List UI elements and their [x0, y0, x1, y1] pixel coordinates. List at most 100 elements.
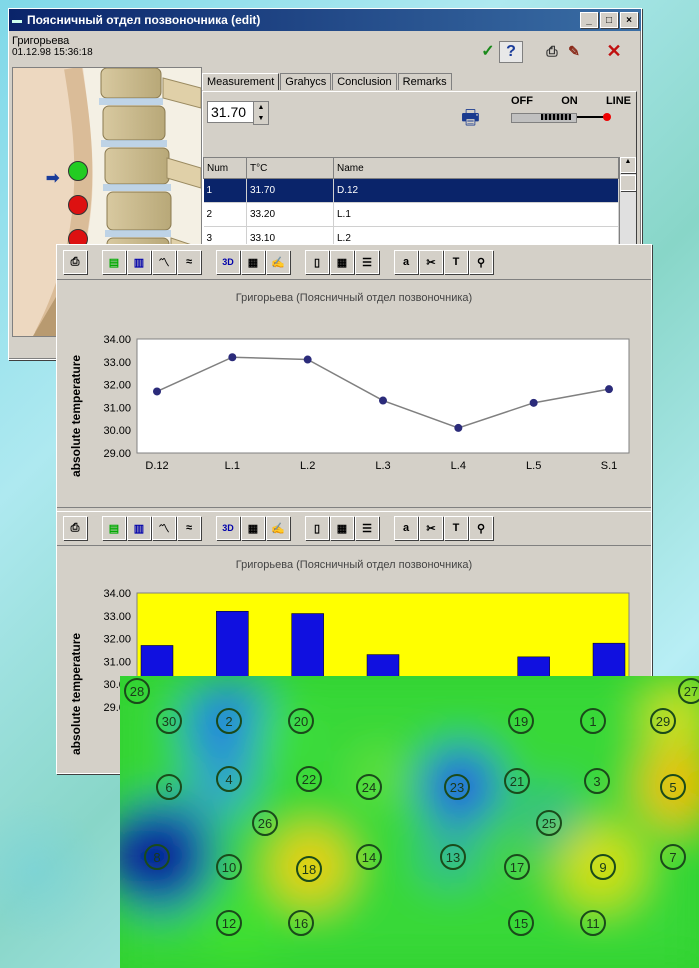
palette-icon[interactable]: ▦	[241, 516, 265, 540]
area-chart-icon[interactable]: ≈	[177, 250, 201, 274]
x-tick-label: L.4	[451, 460, 466, 472]
page-icon[interactable]: ▯	[305, 250, 329, 274]
sensor-point[interactable]: 12	[216, 910, 242, 936]
sensor-point[interactable]: 7	[660, 844, 686, 870]
sensor-point[interactable]: 27	[678, 678, 699, 704]
sensor-point[interactable]: 19	[508, 708, 534, 734]
text-icon[interactable]: a	[394, 250, 418, 274]
temperature-stepper[interactable]: ▲ ▼	[253, 101, 269, 125]
print-icon[interactable]: ⎙	[63, 516, 87, 540]
sensor-point[interactable]: 16	[288, 910, 314, 936]
brush-icon[interactable]: ✍	[266, 516, 290, 540]
tools-icon[interactable]: ✂	[419, 516, 443, 540]
font-icon[interactable]: T	[444, 516, 468, 540]
palette-icon[interactable]: ▦	[241, 250, 265, 274]
scroll-thumb[interactable]	[620, 175, 636, 191]
help-icon[interactable]: ?	[499, 41, 523, 63]
sensor-point[interactable]: 22	[296, 766, 322, 792]
tab-strip: Measurement Grahycs Conclusion Remarks	[202, 73, 453, 90]
data-point	[228, 353, 237, 362]
text-icon[interactable]: a	[394, 516, 418, 540]
sensor-point[interactable]: 11	[580, 910, 606, 936]
bar-chart-icon[interactable]: ▥	[127, 250, 151, 274]
list-icon[interactable]: ☰	[355, 516, 379, 540]
temperature-input[interactable]: 31.70	[207, 101, 259, 123]
window-menu-icon[interactable]: ▬	[12, 15, 22, 26]
cancel-icon[interactable]: ✕	[603, 41, 625, 61]
sensor-point[interactable]: 5	[660, 774, 686, 800]
sensor-point[interactable]: 29	[650, 708, 676, 734]
sensor-point[interactable]: 3	[584, 768, 610, 794]
device-icon[interactable]: 🖶	[461, 103, 489, 133]
maximize-button[interactable]: □	[600, 12, 618, 28]
sensor-point[interactable]: 26	[252, 810, 278, 836]
3d-icon[interactable]: 3D	[216, 250, 240, 274]
printer-icon[interactable]: ⎙	[541, 41, 563, 61]
area-chart-icon[interactable]: ≈	[177, 516, 201, 540]
y-tick-label: 31.00	[103, 402, 131, 414]
zoom-icon[interactable]: ⚲	[469, 250, 493, 274]
col-name[interactable]: Name	[333, 157, 619, 179]
sensor-point[interactable]: 17	[504, 854, 530, 880]
line-chart-icon[interactable]: 〽	[152, 250, 176, 274]
tab-conclusion[interactable]: Conclusion	[332, 73, 397, 90]
sensor-point[interactable]: 10	[216, 854, 242, 880]
spine-marker-dot[interactable]	[68, 195, 88, 215]
sensor-point[interactable]: 9	[590, 854, 616, 880]
brush-icon[interactable]: ✍	[266, 250, 290, 274]
close-button[interactable]: ×	[620, 12, 638, 28]
table-row[interactable]: 2 33.20 L.1	[203, 202, 619, 227]
tab-measurement[interactable]: Measurement	[202, 73, 280, 90]
checkmark-icon[interactable]: ✓	[477, 41, 499, 61]
stepper-down-icon[interactable]: ▼	[258, 115, 265, 122]
font-icon[interactable]: T	[444, 250, 468, 274]
print-icon[interactable]: ⎙	[63, 250, 87, 274]
sensor-point[interactable]: 14	[356, 844, 382, 870]
scroll-up-icon[interactable]: ▲	[620, 157, 636, 173]
legend-icon[interactable]: ▤	[102, 516, 126, 540]
stepper-up-icon[interactable]: ▲	[258, 104, 265, 111]
sensor-point[interactable]: 8	[144, 844, 170, 870]
sensor-point[interactable]: 6	[156, 774, 182, 800]
legend-icon[interactable]: ▤	[102, 250, 126, 274]
sensor-point[interactable]: 2	[216, 708, 242, 734]
spine-marker-dot[interactable]	[68, 161, 88, 181]
data-point	[529, 398, 538, 407]
sensor-point[interactable]: 15	[508, 910, 534, 936]
col-temp[interactable]: T°C	[246, 157, 334, 179]
export-icon[interactable]: ✎	[563, 41, 585, 61]
list-icon[interactable]: ☰	[355, 250, 379, 274]
sensor-point[interactable]: 23	[444, 774, 470, 800]
cell-num: 2	[203, 202, 247, 227]
sensor-point[interactable]: 20	[288, 708, 314, 734]
mode-slider[interactable]	[511, 113, 631, 123]
sensor-point[interactable]: 30	[156, 708, 182, 734]
sensor-point[interactable]: 24	[356, 774, 382, 800]
slider-knob[interactable]	[541, 114, 571, 120]
zoom-icon[interactable]: ⚲	[469, 516, 493, 540]
minimize-button[interactable]: _	[580, 12, 598, 28]
sensor-point[interactable]: 25	[536, 810, 562, 836]
sensor-point[interactable]: 21	[504, 768, 530, 794]
sensor-point[interactable]: 4	[216, 766, 242, 792]
col-num[interactable]: Num	[203, 157, 247, 179]
table-scrollbar[interactable]: ▲	[619, 157, 636, 257]
line-indicator-dot	[603, 113, 611, 121]
patient-header: Григорьева 01.12.98 15:36:18	[12, 35, 93, 59]
bar-chart-icon[interactable]: ▥	[127, 516, 151, 540]
3d-icon[interactable]: 3D	[216, 516, 240, 540]
line-chart-icon[interactable]: 〽	[152, 516, 176, 540]
grid-icon[interactable]: ▦	[330, 516, 354, 540]
page-icon[interactable]: ▯	[305, 516, 329, 540]
sensor-point[interactable]: 28	[124, 678, 150, 704]
measurement-table: Num T°C Name 1 31.70 D.12 2 33.20 L.1 3 …	[203, 157, 619, 251]
sensor-point[interactable]: 13	[440, 844, 466, 870]
grid-icon[interactable]: ▦	[330, 250, 354, 274]
table-row[interactable]: 1 31.70 D.12	[203, 178, 619, 203]
x-tick-label: S.1	[601, 460, 618, 472]
tools-icon[interactable]: ✂	[419, 250, 443, 274]
sensor-point[interactable]: 1	[580, 708, 606, 734]
tab-remarks[interactable]: Remarks	[397, 73, 452, 90]
tab-graphics[interactable]: Grahycs	[280, 73, 332, 90]
sensor-point[interactable]: 18	[296, 856, 322, 882]
